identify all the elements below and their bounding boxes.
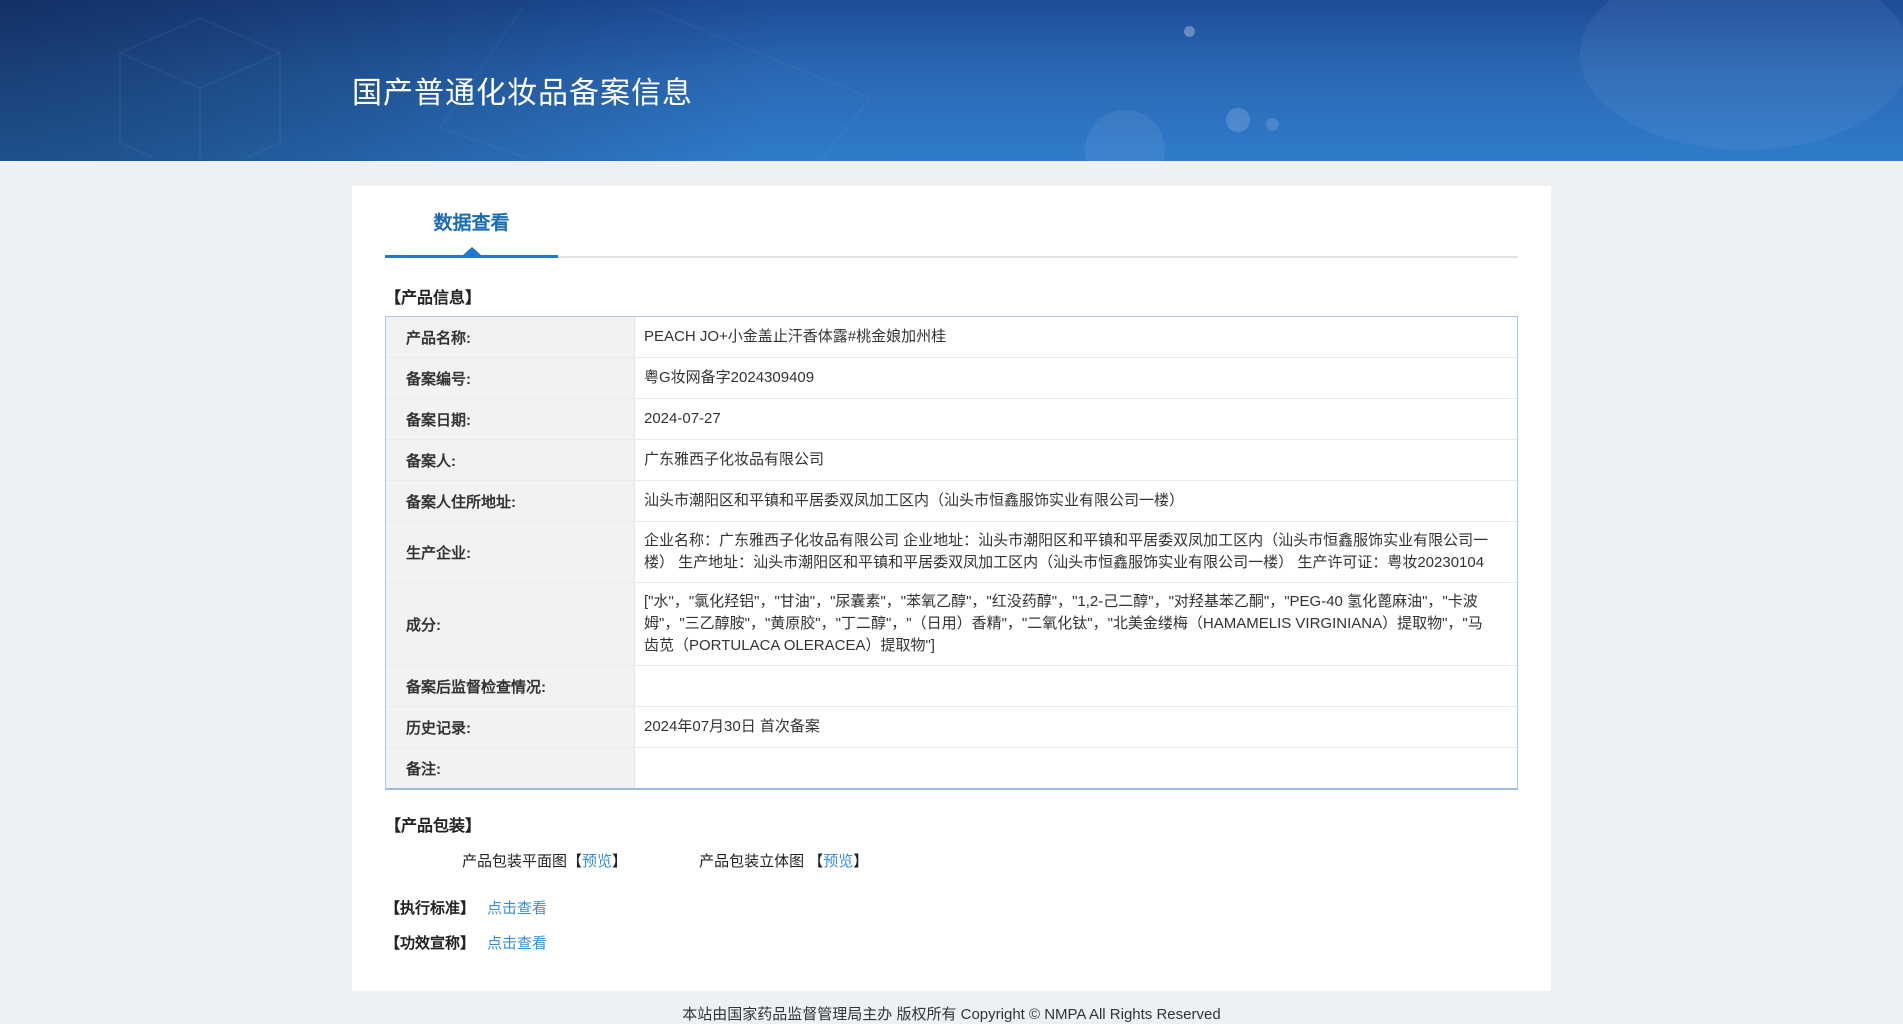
bracket: 【 xyxy=(567,853,583,870)
row-label: 备案后监督检查情况: xyxy=(386,666,635,706)
table-row: 备案编号: 粤G妆网备字2024309409 xyxy=(386,357,1517,398)
table-row: 备案日期: 2024-07-27 xyxy=(386,398,1517,439)
circle-decoration xyxy=(1580,0,1903,150)
row-label: 备案人住所地址: xyxy=(386,481,635,521)
packaging-flat-preview-link[interactable]: 预览 xyxy=(582,853,612,870)
table-row: 备案人: 广东雅西子化妆品有限公司 xyxy=(386,439,1517,480)
bracket: 】 xyxy=(853,853,869,870)
row-label: 备注: xyxy=(386,748,635,788)
row-value: PEACH JO+小金盖止汗香体露#桃金娘加州桂 xyxy=(635,317,1517,357)
row-value: 企业名称：广东雅西子化妆品有限公司 企业地址：汕头市潮阳区和平镇和平居委双凤加工… xyxy=(635,522,1517,582)
circle-decoration xyxy=(1266,118,1279,131)
row-value: 广东雅西子化妆品有限公司 xyxy=(635,440,1517,480)
table-row: 生产企业: 企业名称：广东雅西子化妆品有限公司 企业地址：汕头市潮阳区和平镇和平… xyxy=(386,521,1517,582)
execution-standard-row: 【执行标准】 点击查看 xyxy=(385,897,1518,918)
table-row: 备案后监督检查情况: xyxy=(386,665,1517,706)
table-row: 历史记录: 2024年07月30日 首次备案 xyxy=(386,706,1517,747)
row-value xyxy=(635,748,1517,788)
content-card: 数据查看 【产品信息】 产品名称: PEACH JO+小金盖止汗香体露#桃金娘加… xyxy=(352,186,1551,991)
row-value: 粤G妆网备字2024309409 xyxy=(635,358,1517,398)
packaging-3d-preview-link[interactable]: 预览 xyxy=(823,853,853,870)
execution-standard-label: 【执行标准】 xyxy=(385,900,476,917)
circle-decoration xyxy=(1085,110,1165,161)
packaging-3d-item: 产品包装立体图 【预览】 xyxy=(699,850,868,871)
efficacy-claim-link[interactable]: 点击查看 xyxy=(487,932,547,953)
row-label: 备案日期: xyxy=(386,399,635,439)
row-label: 产品名称: xyxy=(386,317,635,357)
table-row: 备案人住所地址: 汕头市潮阳区和平镇和平居委双凤加工区内（汕头市恒鑫服饰实业有限… xyxy=(386,480,1517,521)
bracket: 】 xyxy=(612,853,628,870)
row-value: 2024年07月30日 首次备案 xyxy=(635,707,1517,747)
row-label: 历史记录: xyxy=(386,707,635,747)
page-header: 国产普通化妆品备案信息 xyxy=(0,0,1903,161)
section-title-packaging: 【产品包装】 xyxy=(385,818,482,835)
packaging-3d-label: 产品包装立体图 xyxy=(699,853,809,870)
table-row: 成分: ["水"，"氯化羟铝"，"甘油"，"尿囊素"，"苯氧乙醇"，"红没药醇"… xyxy=(386,582,1517,665)
row-label: 备案人: xyxy=(386,440,635,480)
packaging-flat-label: 产品包装平面图 xyxy=(462,853,568,870)
tab-active-underline xyxy=(385,255,558,258)
efficacy-claim-label: 【功效宣称】 xyxy=(385,935,476,952)
page-title: 国产普通化妆品备案信息 xyxy=(352,77,693,110)
execution-standard-link[interactable]: 点击查看 xyxy=(487,897,547,918)
circle-decoration xyxy=(1184,26,1195,37)
tab-caret-icon xyxy=(463,247,481,255)
row-value xyxy=(635,666,1517,706)
footer: 本站由国家药品监督管理局主办 版权所有 Copyright © NMPA All… xyxy=(682,1006,1221,1023)
efficacy-claim-row: 【功效宣称】 点击查看 xyxy=(385,932,1518,953)
table-row: 备注: xyxy=(386,747,1517,788)
row-label: 生产企业: xyxy=(386,522,635,582)
packaging-flat-item: 产品包装平面图【预览】 xyxy=(462,850,627,871)
circle-decoration xyxy=(1226,108,1250,132)
row-value: 汕头市潮阳区和平镇和平居委双凤加工区内（汕头市恒鑫服饰实业有限公司一楼） xyxy=(635,481,1517,521)
bracket: 【 xyxy=(808,853,824,870)
product-info-table: 产品名称: PEACH JO+小金盖止汗香体露#桃金娘加州桂 备案编号: 粤G妆… xyxy=(385,316,1518,790)
row-label: 成分: xyxy=(386,583,635,665)
section-title-product-info: 【产品信息】 xyxy=(385,290,482,307)
tab-data-view[interactable]: 数据查看 xyxy=(385,186,558,256)
row-value: ["水"，"氯化羟铝"，"甘油"，"尿囊素"，"苯氧乙醇"，"红没药醇"，"1,… xyxy=(635,583,1517,665)
tab-bar: 数据查看 xyxy=(385,186,1518,258)
row-value: 2024-07-27 xyxy=(635,399,1517,439)
row-label: 备案编号: xyxy=(386,358,635,398)
table-row: 产品名称: PEACH JO+小金盖止汗香体露#桃金娘加州桂 xyxy=(386,317,1517,357)
tab-label: 数据查看 xyxy=(433,212,510,234)
packaging-links-row: 产品包装平面图【预览】 产品包装立体图 【预览】 xyxy=(385,850,1518,871)
